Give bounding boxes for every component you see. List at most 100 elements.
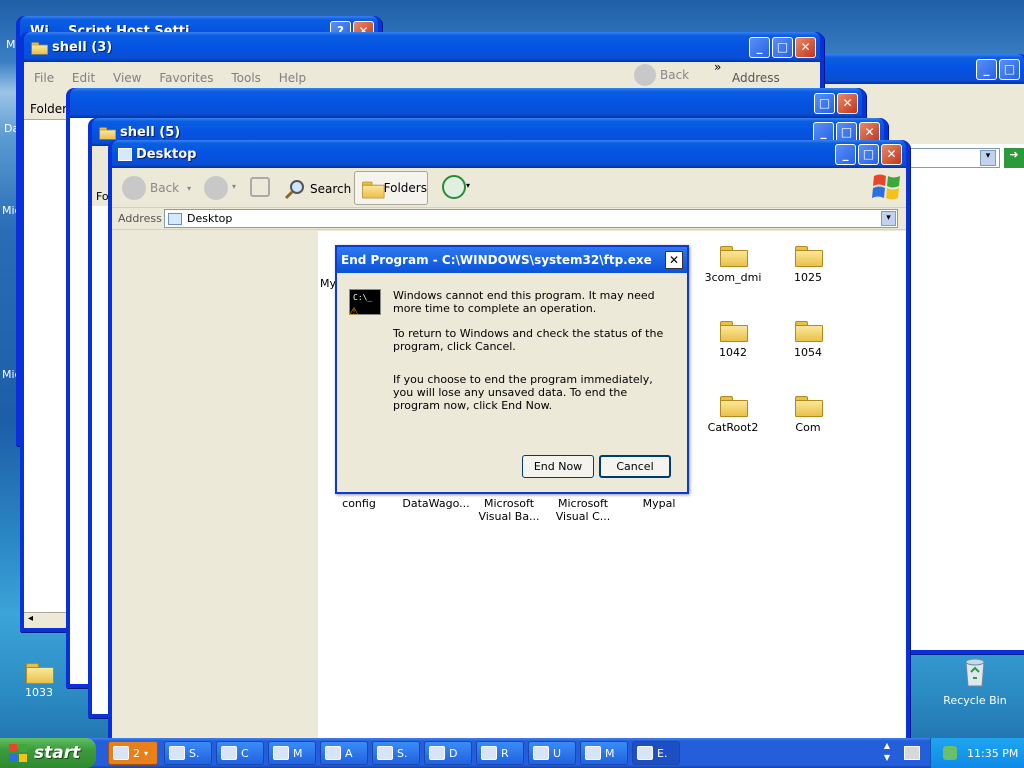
menu-file[interactable]: File <box>34 71 54 85</box>
item-config[interactable]: config <box>324 497 394 510</box>
back-arrow-icon <box>122 176 146 200</box>
network-icon[interactable] <box>943 746 957 760</box>
menu-help[interactable]: Help <box>279 71 306 85</box>
folders-button[interactable]: Folders <box>354 171 428 205</box>
folder-1042[interactable]: 1042 <box>698 318 768 359</box>
titlebar[interactable]: □ ✕ <box>70 88 862 118</box>
ie-icon <box>113 746 129 760</box>
go-arrow-icon[interactable]: ➜ <box>1004 148 1024 168</box>
folder-com[interactable]: Com <box>773 393 843 434</box>
item-ms-visual-ba[interactable]: Microsoft Visual Ba... <box>474 497 544 523</box>
taskbar-button-active[interactable]: E. <box>632 741 680 765</box>
minimize-button[interactable]: _ <box>835 143 856 165</box>
desktop-icon-1033[interactable]: 1033 <box>10 660 68 699</box>
menu-edit[interactable]: Edit <box>72 71 95 85</box>
taskbar-button[interactable]: D <box>424 741 472 765</box>
minimize-button[interactable]: _ <box>749 36 770 58</box>
end-program-dialog[interactable]: End Program - C:\WINDOWS\system32\ftp.ex… <box>335 245 689 494</box>
recycle-bin[interactable]: Recycle Bin <box>940 656 1010 707</box>
back-label: Back <box>150 181 180 195</box>
end-now-button[interactable]: End Now <box>522 455 594 478</box>
minimize-button[interactable]: _ <box>976 58 997 80</box>
back-dropdown-icon[interactable]: ▾ <box>187 184 191 193</box>
window-title: Desktop <box>136 146 197 162</box>
taskbar-label: U <box>553 746 562 760</box>
folder-3com-dmi[interactable]: 3com_dmi <box>698 243 768 284</box>
taskbar: start 2 ▾ S. C M A S. D R U M E. ▲ ▼ 11:35… <box>0 738 1024 768</box>
taskbar-button[interactable]: A <box>320 741 368 765</box>
cancel-button[interactable]: Cancel <box>599 455 671 478</box>
app-icon <box>325 746 341 760</box>
taskbar-label: M <box>293 746 303 760</box>
dialog-message: Windows cannot end this program. It may … <box>393 289 673 412</box>
forward-arrow-icon[interactable] <box>204 176 228 200</box>
dialog-close-icon[interactable]: ✕ <box>665 251 683 269</box>
help-icon <box>377 746 393 760</box>
search-label: Search <box>310 182 352 196</box>
clock[interactable]: 11:35 PM <box>967 747 1018 760</box>
views-dropdown-icon[interactable]: ▾ <box>466 181 470 190</box>
taskbar-button[interactable]: C <box>216 741 264 765</box>
list-item[interactable]: My <box>320 277 336 290</box>
folder-label: CatRoot2 <box>707 421 759 434</box>
menu-view[interactable]: View <box>113 71 141 85</box>
folder-icon <box>99 125 117 140</box>
taskbar-button[interactable]: U <box>528 741 576 765</box>
up-folder-icon[interactable] <box>250 177 270 197</box>
search-button[interactable]: Search <box>284 178 351 200</box>
app-icon <box>429 746 445 760</box>
item-ms-visual-c[interactable]: Microsoft Visual C... <box>548 497 618 523</box>
taskbar-group-button[interactable]: 2 ▾ <box>108 741 158 765</box>
app-icon <box>637 746 653 760</box>
titlebar[interactable]: _ □ <box>804 54 1024 84</box>
close-button[interactable]: ✕ <box>795 36 816 58</box>
address-dropdown-icon[interactable]: ▾ <box>881 211 896 226</box>
keyboard-icon[interactable] <box>904 746 920 760</box>
taskbar-button[interactable]: M <box>268 741 316 765</box>
folder-icon <box>795 318 823 342</box>
back-button[interactable]: Back ▾ <box>122 176 191 200</box>
dialog-titlebar[interactable]: End Program - C:\WINDOWS\system32\ftp.ex… <box>337 247 687 273</box>
console-icon-text: C:\_ <box>353 293 373 302</box>
recycle-bin-label: Recycle Bin <box>943 694 1007 707</box>
address-field[interactable]: Desktop ▾ <box>164 209 898 228</box>
titlebar[interactable]: shell (3) _ □ ✕ <box>24 32 820 62</box>
warning-icon: ⚠ <box>349 305 359 318</box>
desktop-window-icon <box>118 147 132 161</box>
menu-tools[interactable]: Tools <box>231 71 261 85</box>
app-icon <box>221 746 237 760</box>
address-dropdown-icon[interactable]: ▾ <box>980 150 996 166</box>
taskbar-label: E. <box>657 746 668 760</box>
dialog-paragraph: To return to Windows and check the statu… <box>393 327 664 353</box>
views-icon[interactable] <box>442 175 466 199</box>
taskbar-scroll[interactable]: ▲ ▼ <box>880 740 894 766</box>
menu-favorites[interactable]: Favorites <box>159 71 213 85</box>
app-icon <box>533 746 549 760</box>
taskbar-button[interactable]: S. <box>164 741 212 765</box>
back-button[interactable]: Back <box>634 64 689 86</box>
forward-dropdown-icon[interactable]: ▾ <box>232 182 236 191</box>
folder-1054[interactable]: 1054 <box>773 318 843 359</box>
maximize-button[interactable]: □ <box>858 143 879 165</box>
chevron-icon[interactable]: » <box>714 60 721 74</box>
folder-label: 3com_dmi <box>704 271 762 284</box>
windows-logo-icon <box>872 174 900 200</box>
titlebar[interactable]: Desktop _ □ ✕ <box>112 140 906 168</box>
close-button[interactable]: ✕ <box>837 92 858 114</box>
folder-label: 1025 <box>794 271 822 284</box>
item-datawago[interactable]: DataWago... <box>398 497 474 510</box>
maximize-button[interactable]: □ <box>772 36 793 58</box>
item-mypal[interactable]: Mypal <box>624 497 694 510</box>
folder-catroot2[interactable]: CatRoot2 <box>698 393 768 434</box>
folder-1025[interactable]: 1025 <box>773 243 843 284</box>
maximize-button[interactable]: □ <box>814 92 835 114</box>
taskbar-button[interactable]: S. <box>372 741 420 765</box>
folder-label: Com <box>795 421 821 434</box>
close-button[interactable]: ✕ <box>881 143 902 165</box>
taskbar-button[interactable]: R <box>476 741 524 765</box>
taskbar-button[interactable]: M <box>580 741 628 765</box>
start-label: start <box>34 743 81 763</box>
start-button[interactable]: start <box>0 738 96 768</box>
maximize-button[interactable]: □ <box>999 58 1020 80</box>
folder-icon <box>31 40 48 55</box>
